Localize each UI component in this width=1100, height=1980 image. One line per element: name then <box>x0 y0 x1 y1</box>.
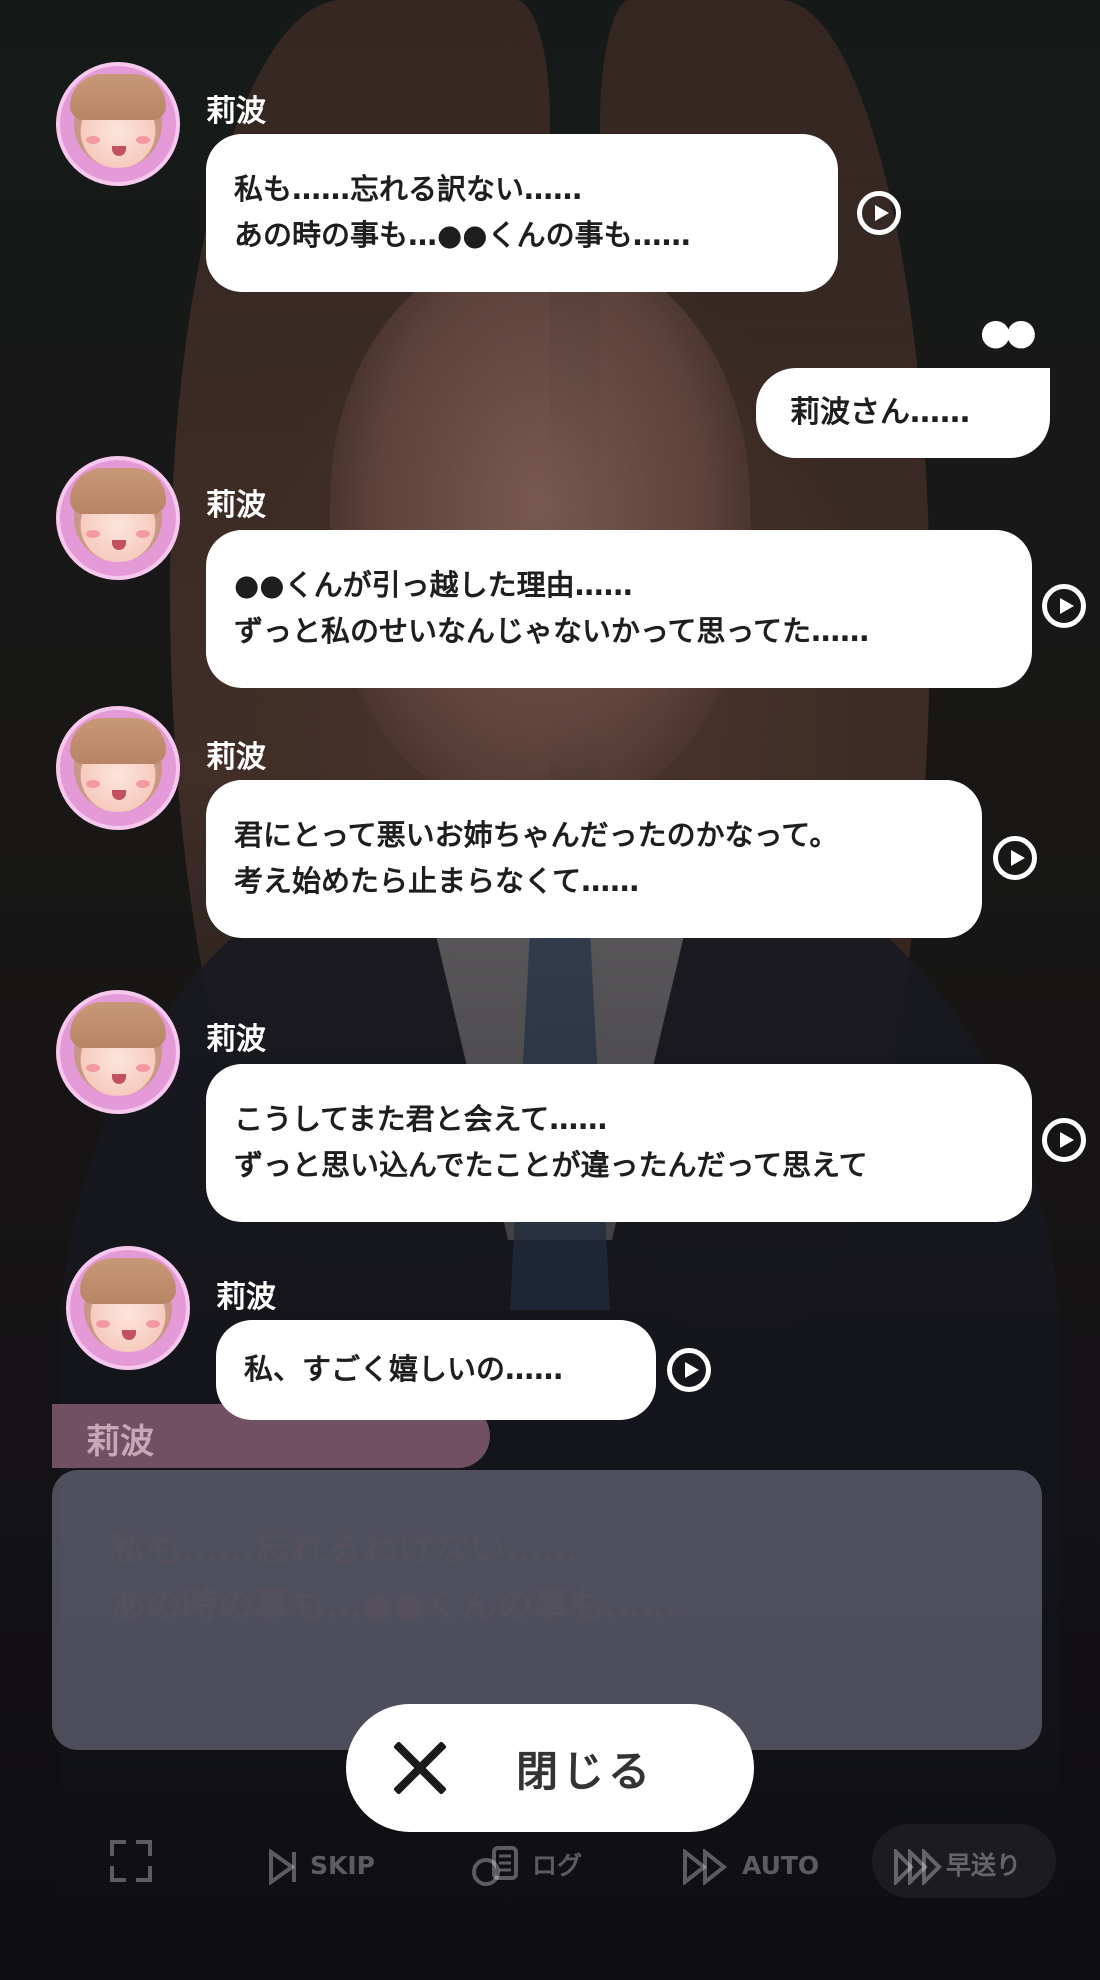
message-line: あの時の事も…●●くんの事も…… <box>234 218 691 252</box>
message-line: 私も……忘れる訳ない…… <box>234 172 583 206</box>
message-line: こうしてまた君と会えて…… <box>234 1102 608 1136</box>
message-bubble: こうしてまた君と会えて…… ずっと思い込んでたことが違ったんだって思えて <box>206 1064 1032 1222</box>
message-bubble: ●●くんが引っ越した理由…… ずっと私のせいなんじゃないかって思ってた…… <box>206 530 1032 688</box>
player-name: ●● <box>980 312 1037 353</box>
speaker-name: 莉波 <box>206 740 266 775</box>
player-message-bubble: 莉波さん…… <box>756 368 1050 458</box>
voice-play-icon[interactable] <box>1042 1118 1086 1162</box>
fast-forward-label: 早送り <box>946 1851 1022 1880</box>
message-bubble: 君にとって悪いお姉ちゃんだったのかなって。 考え始めたら止まらなくて…… <box>206 780 982 938</box>
message-line: ずっと思い込んでたことが違ったんだって思えて <box>234 1148 868 1182</box>
dialog-speaker-name: 莉波 <box>86 1422 154 1462</box>
speaker-avatar <box>56 456 180 580</box>
auto-label: AUTO <box>742 1851 820 1880</box>
voice-play-icon[interactable] <box>993 836 1037 880</box>
message-line: 私、すごく嬉しいの…… <box>244 1352 564 1386</box>
dialog-line: あの時の事も…●●くんの事も…… <box>110 1585 677 1626</box>
message-bubble: 私、すごく嬉しいの…… <box>216 1320 656 1420</box>
voice-play-icon[interactable] <box>1042 584 1086 628</box>
voice-play-icon[interactable] <box>667 1348 711 1392</box>
auto-button[interactable]: AUTO <box>682 1836 819 1896</box>
log-icon <box>472 1846 518 1886</box>
log-button[interactable]: ログ <box>470 1836 582 1896</box>
message-line: ●●くんが引っ越した理由…… <box>234 568 633 602</box>
speaker-name: 莉波 <box>216 1280 276 1315</box>
speaker-avatar <box>56 62 180 186</box>
message-line: ずっと私のせいなんじゃないかって思ってた…… <box>234 614 870 648</box>
fast-forward-button[interactable]: 早送り <box>894 1836 1021 1896</box>
close-button[interactable]: 閉じる <box>346 1704 754 1832</box>
close-icon <box>390 1738 450 1798</box>
skip-label: SKIP <box>310 1851 376 1880</box>
close-button-label: 閉じる <box>516 1747 655 1796</box>
message-bubble: 私も……忘れる訳ない…… あの時の事も…●●くんの事も…… <box>206 134 838 292</box>
skip-icon <box>269 1849 296 1885</box>
auto-play-icon <box>683 1849 728 1885</box>
skip-button[interactable]: SKIP <box>268 1836 375 1896</box>
speaker-name: 莉波 <box>206 1022 266 1057</box>
fast-forward-icon <box>894 1849 942 1885</box>
speaker-name: 莉波 <box>206 488 266 523</box>
message-line: 君にとって悪いお姉ちゃんだったのかなって。 <box>234 818 839 852</box>
log-label: ログ <box>532 1851 583 1880</box>
speaker-name: 莉波 <box>206 94 266 129</box>
fullscreen-icon[interactable] <box>110 1840 152 1882</box>
speaker-avatar <box>56 990 180 1114</box>
dialog-line: 私も……忘れるわけない…… <box>110 1529 579 1570</box>
voice-play-icon[interactable] <box>857 191 901 235</box>
speaker-avatar <box>56 706 180 830</box>
message-line: 考え始めたら止まらなくて…… <box>234 864 640 898</box>
speaker-avatar <box>66 1246 190 1370</box>
